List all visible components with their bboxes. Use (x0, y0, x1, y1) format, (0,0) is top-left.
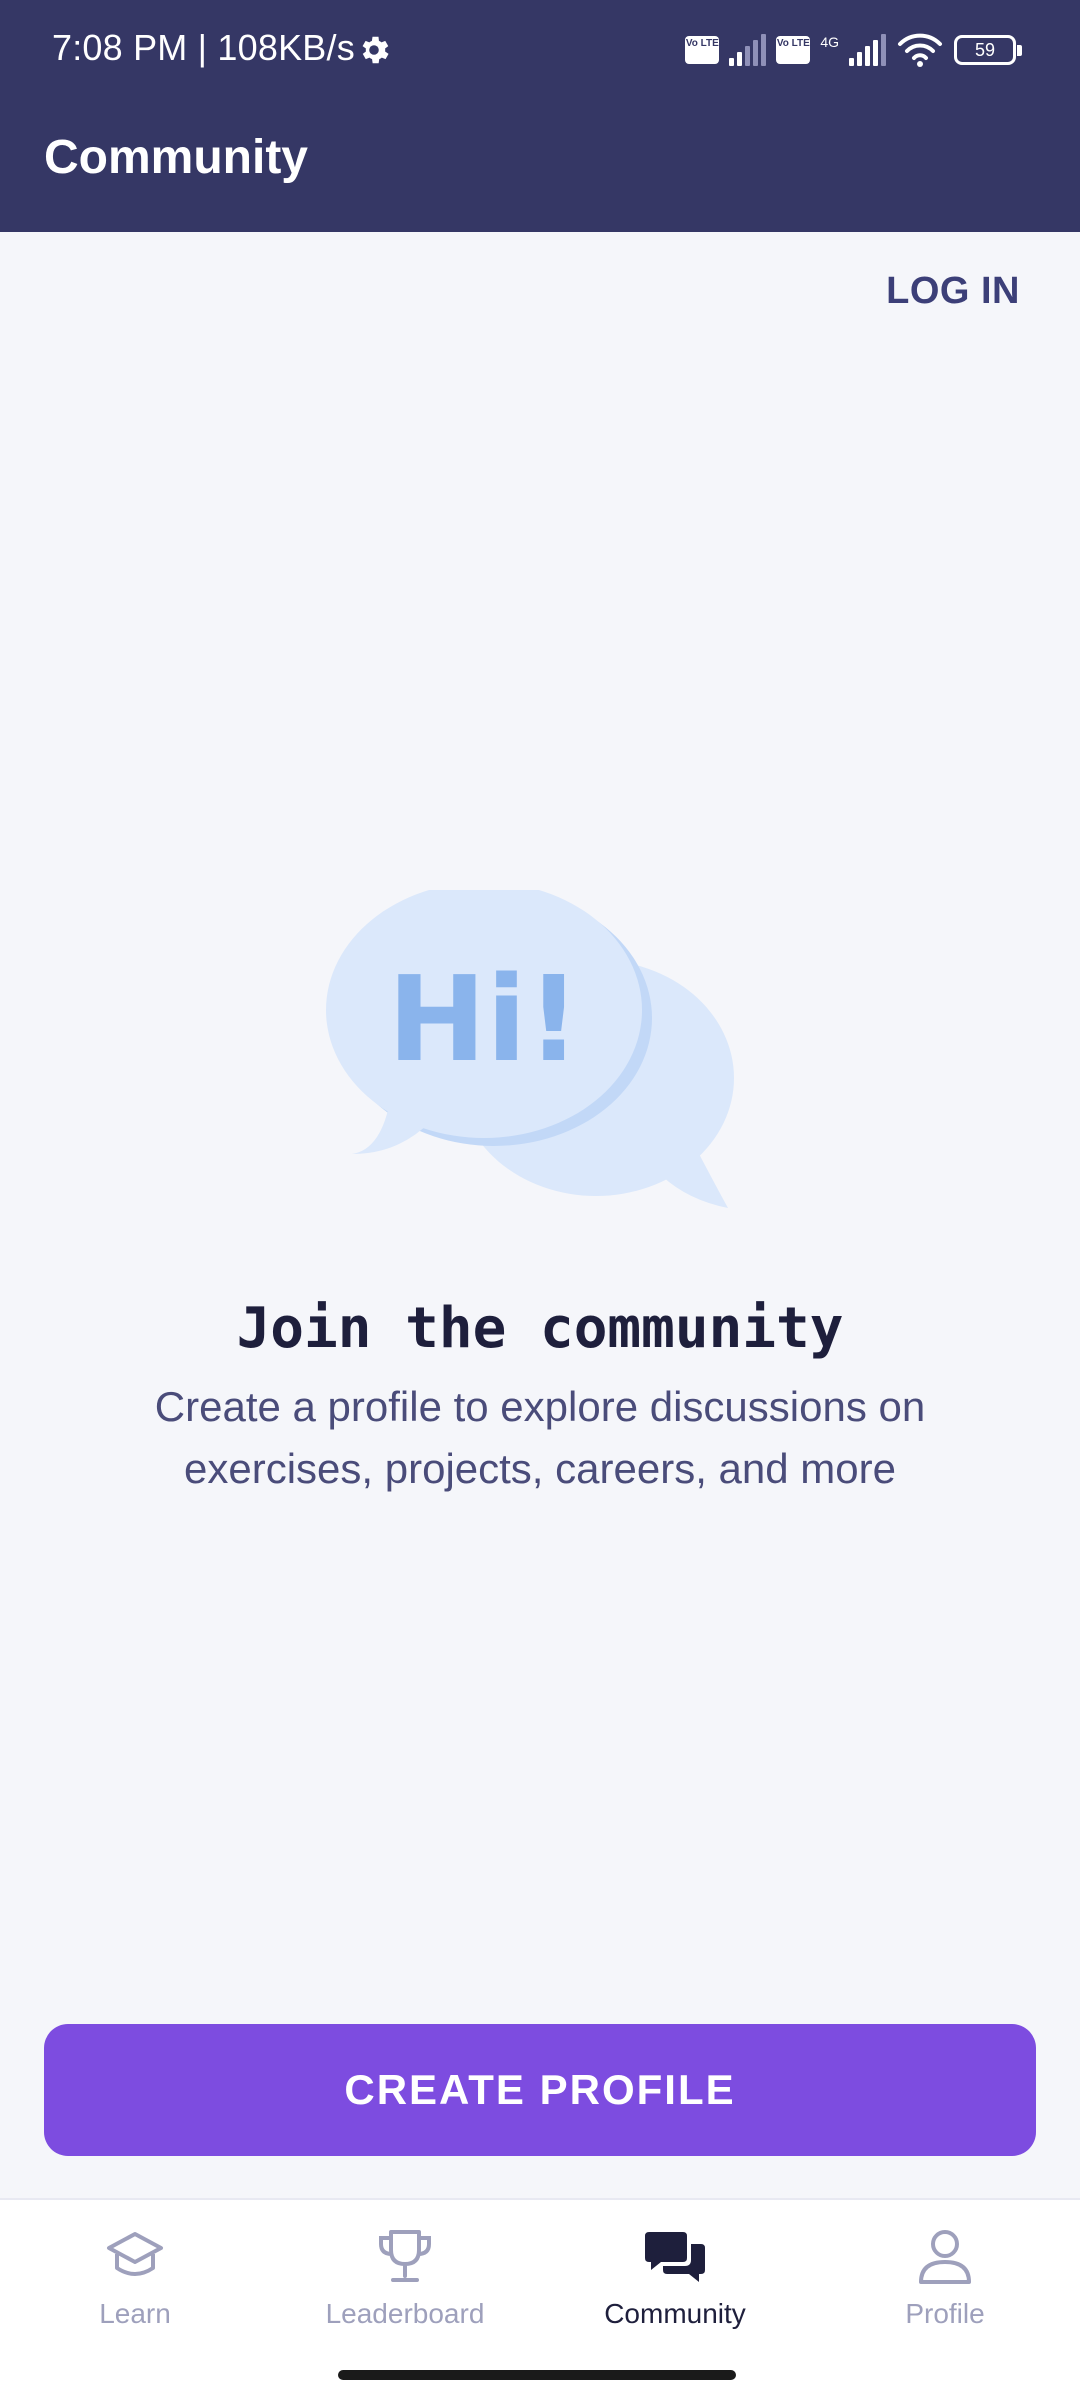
nav-label-community: Community (604, 2298, 746, 2329)
network-type-label: 4G (820, 34, 839, 50)
status-bar: 7:08 PM | 108KB/s Vo LTE Vo LTE 4G 59 (0, 0, 1080, 98)
app-bar: Community (0, 98, 1080, 232)
page-title: Community (44, 131, 308, 184)
signal-icon (729, 34, 767, 66)
chat-bubbles-illustration: Hi! (326, 890, 734, 1208)
gear-icon (362, 36, 389, 64)
battery-icon: 59 (954, 35, 1022, 65)
empty-state-description: Create a profile to explore discussions … (154, 1383, 926, 1492)
nav-item-community[interactable]: Community (540, 2224, 810, 2374)
wifi-icon (898, 33, 942, 67)
volte-icon-2: Vo LTE (776, 36, 811, 64)
status-icons: Vo LTE Vo LTE 4G 59 (685, 28, 1022, 72)
signal-icon-2 (849, 34, 886, 66)
nav-label-learn: Learn (99, 2298, 171, 2329)
create-profile-button[interactable]: CREATE PROFILE (44, 2024, 1036, 2156)
nav-item-leaderboard[interactable]: Leaderboard (270, 2224, 540, 2374)
empty-state-headline: Join the community (236, 1296, 844, 1361)
status-time: 7:08 PM | 108KB/s (52, 27, 355, 68)
chat-bubbles-icon (645, 2232, 705, 2282)
login-button[interactable]: LOG IN (886, 270, 1020, 313)
trophy-icon (379, 2230, 431, 2282)
person-icon (919, 2230, 971, 2284)
graduation-cap-icon (107, 2232, 163, 2276)
volte-icon: Vo LTE (685, 36, 720, 64)
nav-item-learn[interactable]: Learn (0, 2224, 270, 2374)
home-indicator[interactable] (338, 2370, 736, 2380)
bubble-text: Hi! (387, 950, 580, 1088)
nav-label-profile: Profile (905, 2298, 985, 2329)
nav-item-profile[interactable]: Profile (810, 2224, 1080, 2374)
nav-label-leaderboard: Leaderboard (325, 2298, 485, 2329)
